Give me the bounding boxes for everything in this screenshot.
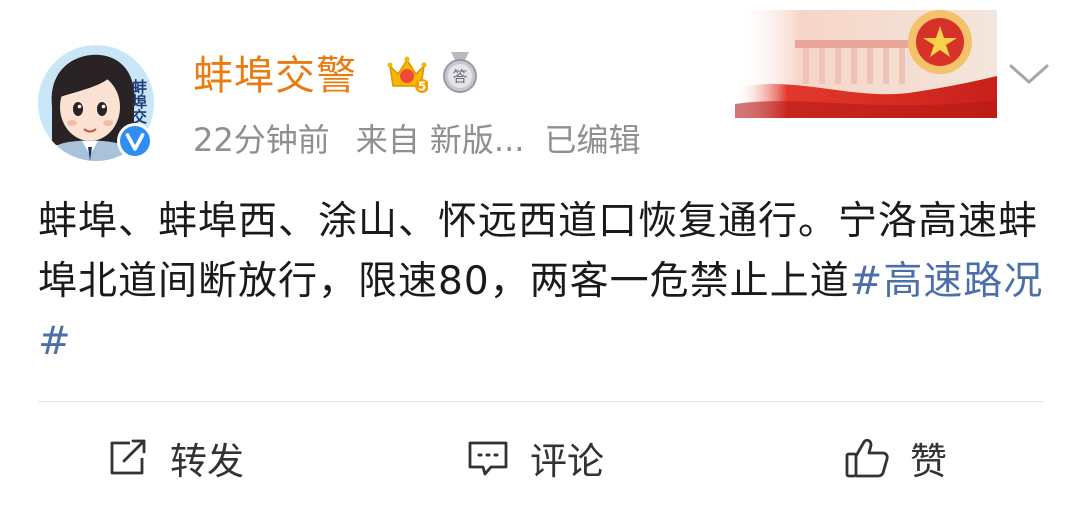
chevron-down-icon[interactable]	[1008, 60, 1050, 88]
divider	[38, 401, 1044, 402]
repost-button[interactable]: 转发	[106, 428, 244, 488]
post-time: 22分钟前	[193, 121, 330, 159]
weibo-post-card: 蚌埠交 蚌埠交警 5 答 22分钟前 来自 新版... 已编辑 蚌埠、蚌埠西、涂…	[0, 0, 1080, 511]
like-label: 赞	[910, 440, 947, 483]
verified-v-icon	[117, 123, 153, 159]
thumbs-up-icon	[845, 438, 889, 478]
like-button[interactable]: 赞	[844, 428, 947, 488]
vip-level: 5	[418, 80, 426, 94]
post-source[interactable]: 来自 新版...	[356, 121, 525, 159]
vip-crown-icon[interactable]: 5	[386, 52, 428, 94]
comment-button[interactable]: 评论	[466, 428, 604, 488]
author-name[interactable]: 蚌埠交警	[193, 50, 357, 102]
edited-label[interactable]: 已编辑	[544, 121, 640, 159]
post-meta: 22分钟前 来自 新版... 已编辑	[193, 118, 666, 162]
comment-icon	[468, 441, 508, 476]
medal-text: 答	[452, 68, 467, 86]
repost-label: 转发	[170, 440, 244, 483]
comment-label: 评论	[530, 440, 604, 483]
repost-icon	[110, 439, 146, 475]
medal-icon[interactable]: 答	[440, 50, 480, 94]
avatar-text: 蚌埠交	[130, 78, 148, 125]
post-text: 蚌埠、蚌埠西、涂山、怀远西道口恢复通行。宁洛高速蚌埠北道间断放行，限速80，两客…	[38, 192, 1048, 372]
national-emblem-banner	[735, 10, 997, 118]
